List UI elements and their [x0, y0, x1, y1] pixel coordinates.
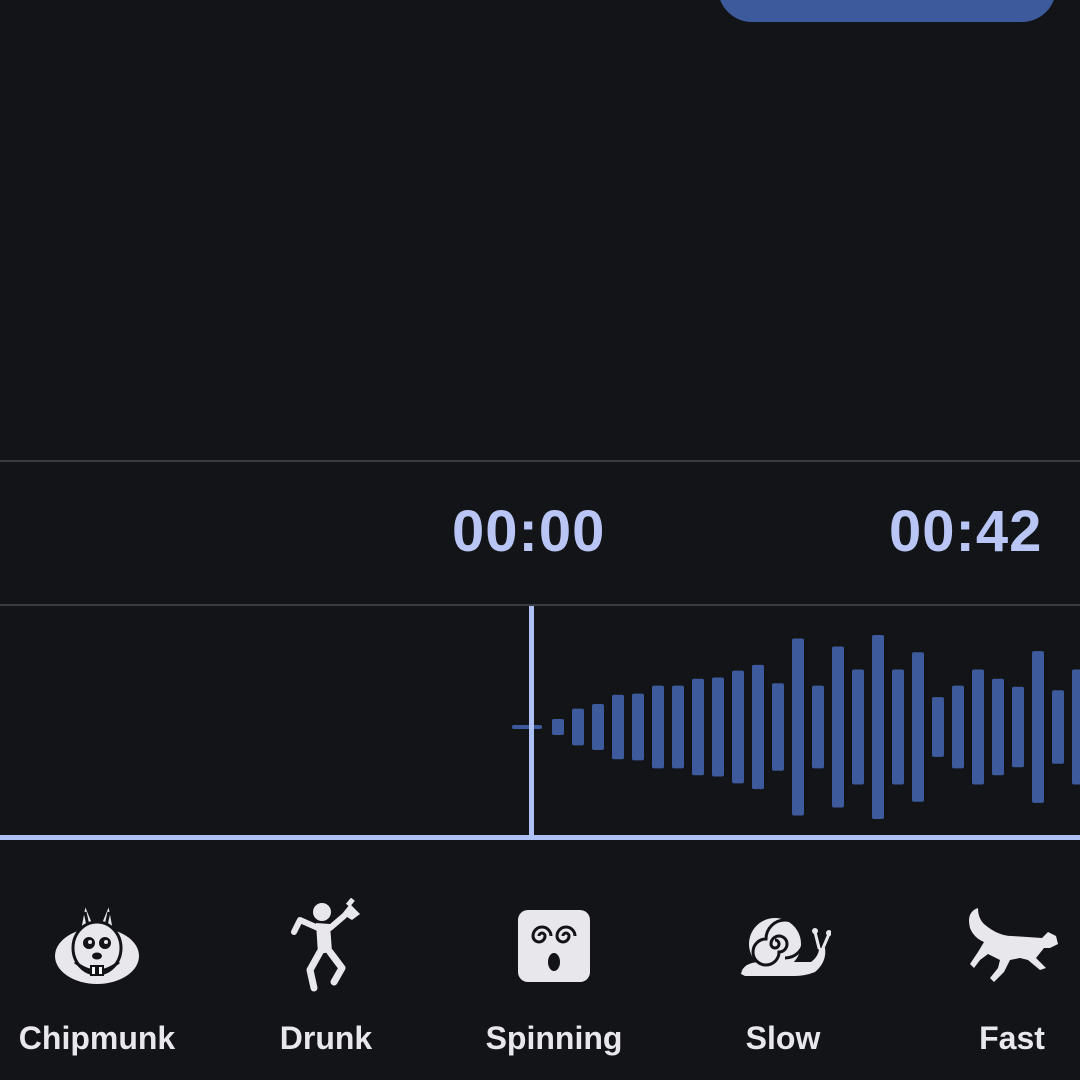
effect-fast[interactable]: Fast: [922, 880, 1080, 1070]
effects-bar: Chipmunk Drunk Spinning Slow Fast: [0, 880, 1080, 1080]
chipmunk-icon: [55, 900, 139, 984]
waveform-bar: [572, 708, 584, 746]
waveform-bar: [972, 669, 984, 785]
top-action-button[interactable]: [718, 0, 1056, 22]
waveform: [512, 635, 1080, 819]
waveform-bar: [952, 685, 964, 769]
waveform-bar: [652, 685, 664, 769]
waveform-bar: [1012, 686, 1024, 768]
waveform-bar: [932, 697, 944, 757]
waveform-bar: [852, 669, 864, 785]
voice-effect-screen: 00:00 00:42 Chipmunk Drunk Spinning Slow…: [0, 0, 1080, 1080]
waveform-start-marker: [512, 725, 542, 729]
waveform-bar: [672, 685, 684, 769]
waveform-bar: [872, 635, 884, 819]
waveform-bar: [612, 694, 624, 760]
playhead[interactable]: [529, 606, 534, 838]
waveform-bar: [892, 669, 904, 785]
waveform-bar: [992, 678, 1004, 776]
effect-label: Chipmunk: [18, 1020, 176, 1056]
waveform-bar: [792, 638, 804, 816]
effect-label: Spinning: [485, 1020, 623, 1056]
effect-drunk[interactable]: Drunk: [236, 880, 416, 1070]
waveform-bar: [592, 704, 604, 750]
divider-top: [0, 460, 1080, 462]
effect-label: Fast: [979, 1020, 1045, 1056]
waveform-bar: [692, 678, 704, 776]
waveform-bar: [752, 664, 764, 790]
waveform-bar: [712, 677, 724, 777]
cheetah-icon: [969, 908, 1058, 982]
waveform-bar: [552, 718, 564, 736]
waveform-bar: [812, 685, 824, 769]
waveform-bar: [1032, 651, 1044, 803]
waveform-bar: [732, 670, 744, 784]
waveform-track[interactable]: [0, 606, 1080, 836]
waveform-bar: [1052, 690, 1064, 764]
effect-chipmunk[interactable]: Chipmunk: [7, 880, 187, 1070]
current-time: 00:00: [452, 499, 606, 564]
effect-slow[interactable]: Slow: [693, 880, 873, 1070]
snail-icon: [741, 918, 831, 976]
effect-label: Drunk: [279, 1020, 373, 1056]
waveform-bar: [912, 652, 924, 802]
total-time: 00:42: [889, 499, 1043, 564]
dizzy-face-icon: [518, 910, 590, 982]
drunk-person-icon: [291, 898, 360, 992]
effect-label: Slow: [745, 1020, 821, 1056]
waveform-bar: [772, 683, 784, 771]
waveform-bar: [832, 646, 844, 808]
waveform-bar: [1072, 669, 1080, 785]
progress-baseline: [0, 835, 1080, 840]
effect-spinning[interactable]: Spinning: [464, 880, 644, 1070]
waveform-bar: [632, 693, 644, 761]
